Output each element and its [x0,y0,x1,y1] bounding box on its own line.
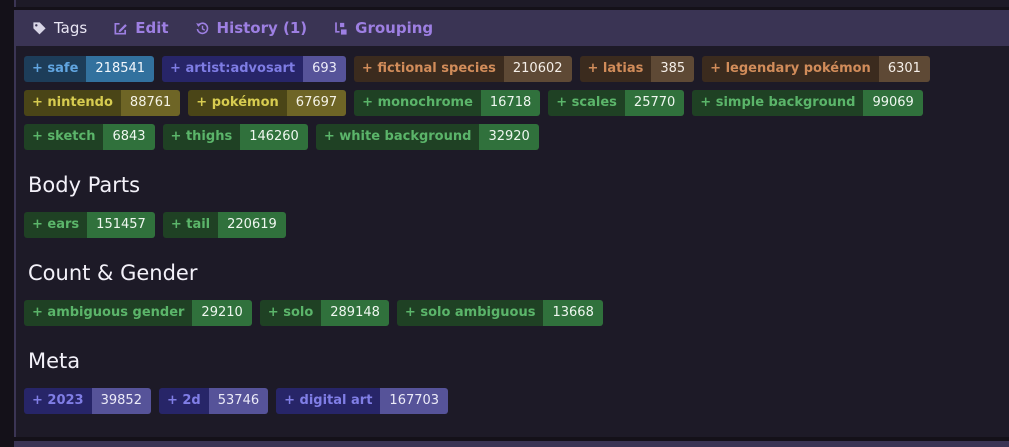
edit-pencil-icon [113,21,128,36]
tags-panel-header: Tags Edit History (1) Grouping [16,10,1009,46]
tag-count-solo-ambiguous[interactable]: 13668 [543,300,603,327]
tag-chip-legendary-pok-mon: + legendary pokémon 6301 [702,56,930,82]
tags-panel-title-label: Tags [54,19,88,37]
tag-count-solo[interactable]: 289148 [321,300,389,327]
tag-add-link-2023[interactable]: + 2023 [24,388,92,415]
history-button[interactable]: History (1) [195,19,308,37]
tag-chip-2023: + 2023 39852 [24,388,151,415]
tag-add-link-ears[interactable]: + ears [24,212,88,239]
tag-chip-latias: + latias 385 [579,56,695,82]
tag-add-link-monochrome[interactable]: + monochrome [354,90,481,116]
tag-chip-simple-background: + simple background 99069 [692,90,923,116]
edit-button-label: Edit [135,19,169,37]
next-section-header [14,441,1009,447]
tag-count-ambiguous-gender[interactable]: 29210 [192,300,252,327]
tag-chip-safe: + safe 218541 [24,56,155,82]
tag-count-ears[interactable]: 151457 [87,212,155,239]
tag-count-tail[interactable]: 220619 [218,212,286,239]
tag-add-link-safe[interactable]: + safe [24,56,87,82]
tag-add-link-solo[interactable]: + solo [259,300,322,327]
tag-add-link-digital-art[interactable]: + digital art [276,388,381,415]
tag-add-link-scales[interactable]: + scales [548,90,625,116]
tag-add-link-sketch[interactable]: + sketch [24,124,104,150]
tag-count-nintendo[interactable]: 88761 [120,90,181,116]
tag-chip-2d: + 2d 53746 [158,388,269,415]
previous-section-edge [14,0,1009,7]
tag-add-link-ambiguous-gender[interactable]: + ambiguous gender [24,300,193,327]
tag-row: + 2023 39852 + 2d 53746 + digital art 167703 [24,388,1001,415]
edit-button[interactable]: Edit [113,19,169,37]
tag-count-scales[interactable]: 25770 [624,90,685,116]
tag-chip-nintendo: + nintendo 88761 [24,90,181,116]
tag-chip-fictional-species: + fictional species 210602 [353,56,572,82]
tag-chip-tail: + tail 220619 [162,212,286,239]
tag-add-link-thighs[interactable]: + thighs [162,124,241,150]
tag-chip-scales: + scales 25770 [548,90,685,116]
grouping-icon [333,21,348,36]
tag-add-link-latias[interactable]: + latias [579,56,652,82]
tag-count-white-background[interactable]: 32920 [479,124,539,150]
tag-add-link-white-background[interactable]: + white background [315,124,480,150]
tag-count-fictional-species[interactable]: 210602 [503,56,572,82]
tag-chip-solo: + solo 289148 [259,300,389,327]
tags-panel: Tags Edit History (1) Grouping + safe 21… [14,10,1009,437]
tag-add-link-artist-advosart[interactable]: + artist:advosart [162,56,304,82]
tag-chip-artist-advosart: + artist:advosart 693 [162,56,346,82]
tag-count-artist-advosart[interactable]: 693 [303,56,346,82]
tag-icon [32,21,47,36]
grouping-button[interactable]: Grouping [333,19,433,37]
tag-chip-ambiguous-gender: + ambiguous gender 29210 [24,300,252,327]
tag-count-safe[interactable]: 218541 [86,56,155,82]
tag-count-thighs[interactable]: 146260 [240,124,308,150]
tag-count-2d[interactable]: 53746 [208,388,269,415]
tag-count-2023[interactable]: 39852 [91,388,151,415]
tag-row: + safe 218541 + artist:advosart 693 + fictio… [24,56,1001,150]
tag-add-link-tail[interactable]: + tail [162,212,219,239]
tag-chip-sketch: + sketch 6843 [24,124,155,150]
tag-chip-pok-mon: + pokémon 67697 [188,90,347,116]
tag-chip-monochrome: + monochrome 16718 [354,90,541,116]
tag-chip-solo-ambiguous: + solo ambiguous 13668 [396,300,603,327]
tag-chip-digital-art: + digital art 167703 [276,388,449,415]
tag-add-link-simple-background[interactable]: + simple background [692,90,864,116]
group-heading-body-parts: Body Parts [28,173,141,197]
tag-add-link-nintendo[interactable]: + nintendo [24,90,121,116]
tag-add-link-fictional-species[interactable]: + fictional species [353,56,504,82]
grouping-button-label: Grouping [355,19,434,37]
group-heading-count-gender: Count & Gender [28,261,198,286]
tag-count-monochrome[interactable]: 16718 [480,90,541,116]
tag-chip-ears: + ears 151457 [24,212,155,239]
tag-add-link-pok-mon[interactable]: + pokémon [188,90,287,116]
tag-row: + ambiguous gender 29210 + solo 289148 + sol… [24,300,1001,327]
tag-chip-thighs: + thighs 146260 [162,124,308,150]
tag-count-simple-background[interactable]: 99069 [863,90,923,116]
tag-row: + ears 151457 + tail 220619 [24,212,1001,239]
tag-count-pok-mon[interactable]: 67697 [286,90,347,116]
tag-count-latias[interactable]: 385 [651,56,695,82]
tag-add-link-solo-ambiguous[interactable]: + solo ambiguous [396,300,544,327]
history-icon [195,21,210,36]
tag-groups-container: + safe 218541 + artist:advosart 693 + fictio… [16,46,1009,430]
tag-add-link-2d[interactable]: + 2d [158,388,209,415]
history-button-label: History (1) [216,19,308,37]
tag-add-link-legendary-pok-mon[interactable]: + legendary pokémon [702,56,879,82]
tag-count-sketch[interactable]: 6843 [103,124,155,150]
group-heading-meta: Meta [28,349,81,374]
tag-count-legendary-pok-mon[interactable]: 6301 [878,56,930,82]
tag-chip-white-background: + white background 32920 [315,124,539,150]
tag-count-digital-art[interactable]: 167703 [380,388,449,415]
tags-panel-title: Tags [32,19,87,37]
